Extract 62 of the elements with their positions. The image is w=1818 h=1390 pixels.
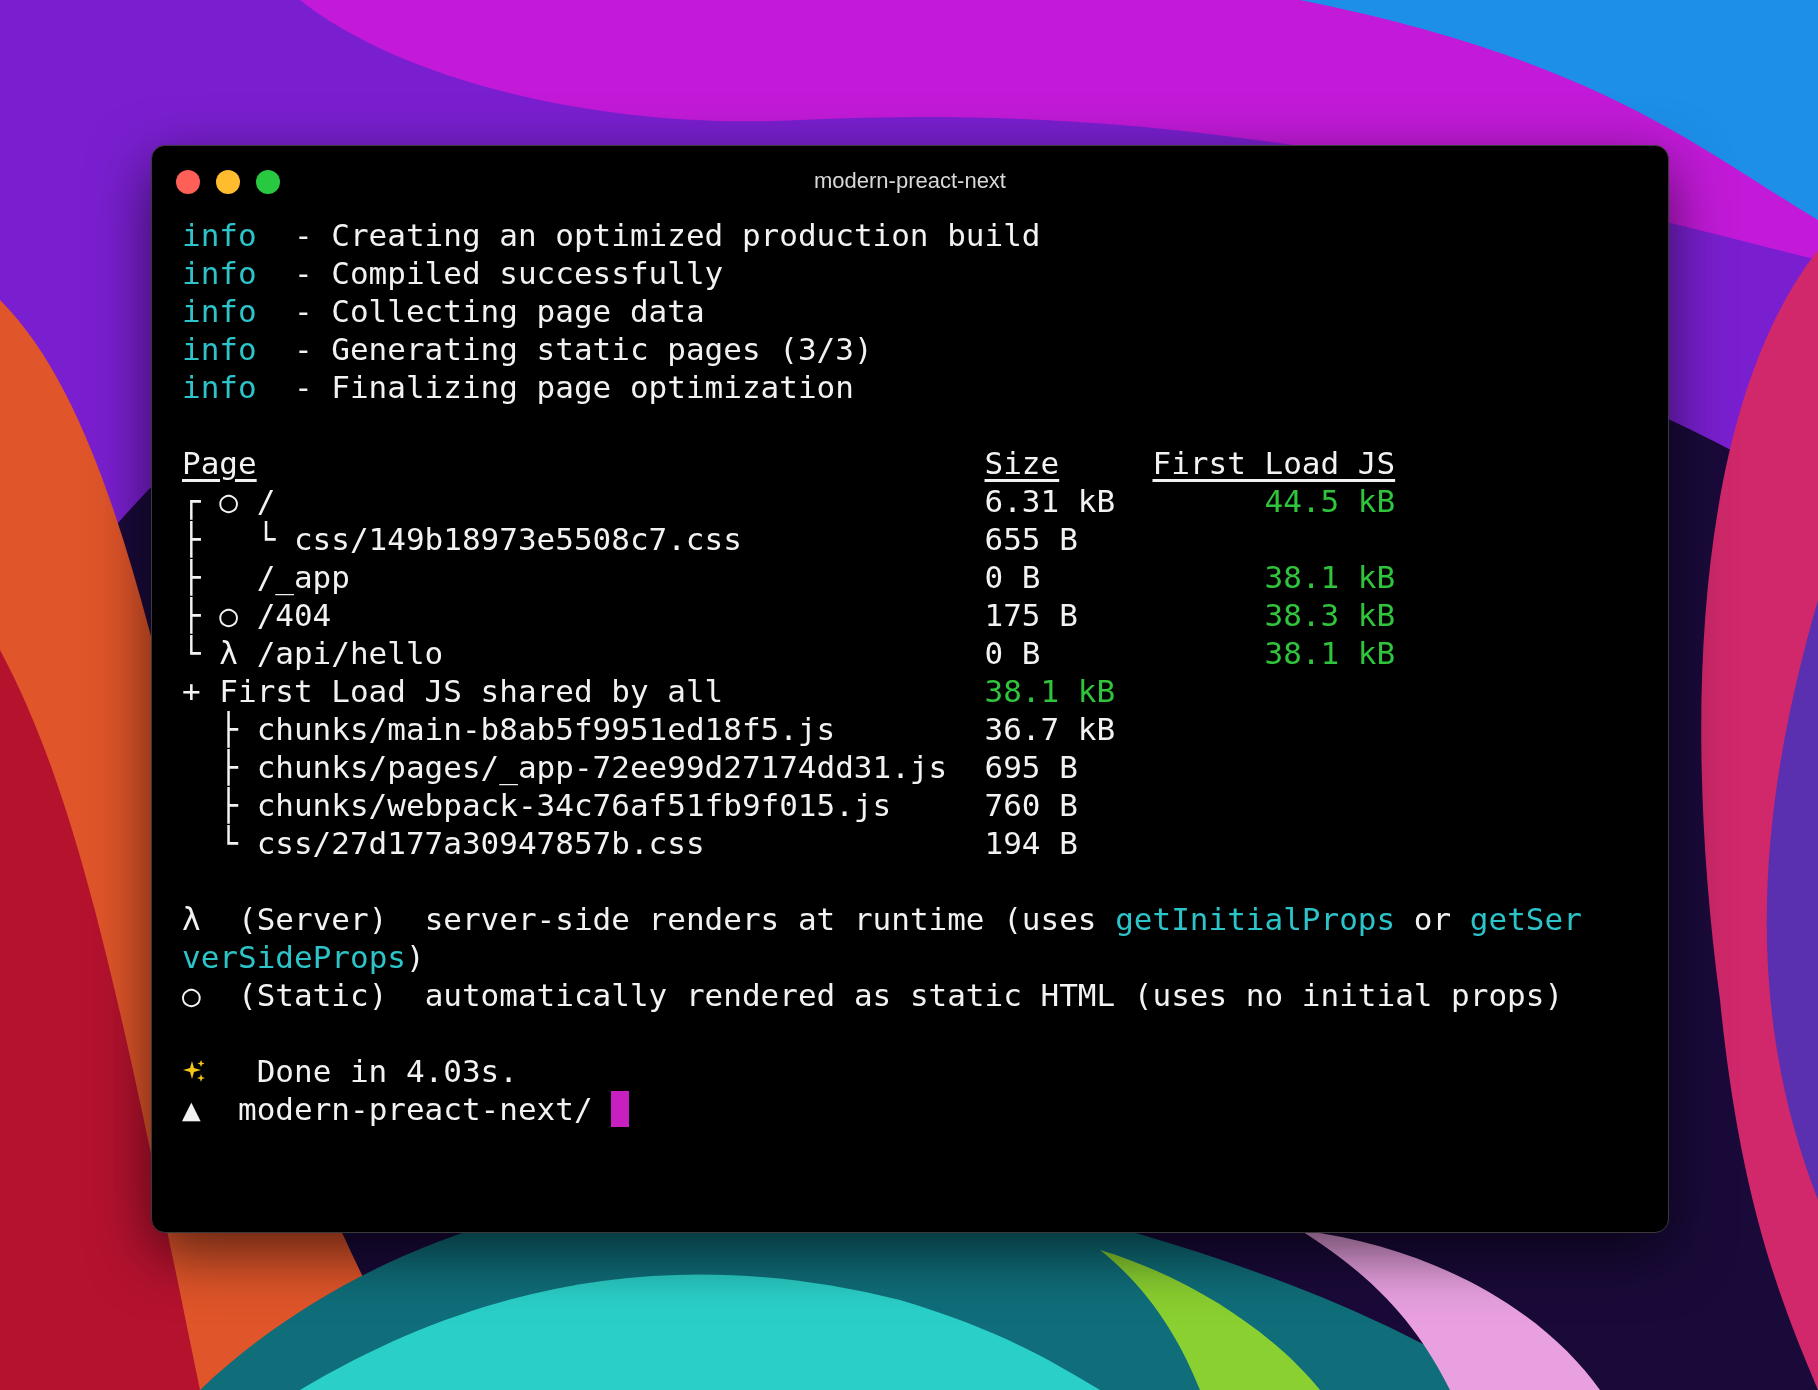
tree-line: ┌ xyxy=(182,482,202,520)
chunk-file: css/27d177a30947857b.css xyxy=(256,824,705,862)
log-level: info xyxy=(182,368,258,406)
log-level: info xyxy=(182,254,258,292)
first-load-value: 38.1 kB xyxy=(1264,558,1396,596)
plus-sign: + xyxy=(182,672,202,710)
minimize-button[interactable] xyxy=(216,170,240,194)
cursor xyxy=(611,1091,630,1127)
route-type-symbol: λ xyxy=(219,634,239,672)
first-load-value: 38.1 kB xyxy=(1264,634,1396,672)
size-value: 0 B xyxy=(984,558,1041,596)
size-value: 175 B xyxy=(984,596,1078,634)
chunk-file: chunks/webpack-34c76af51fb9f015.js xyxy=(256,786,892,824)
prompt-path: modern-preact-next/ xyxy=(238,1090,593,1128)
size-value: 760 B xyxy=(984,786,1078,824)
done-message: Done in 4.03s. xyxy=(256,1052,518,1090)
tree-line: └ xyxy=(219,824,240,862)
log-message: - Finalizing page optimization xyxy=(293,368,854,406)
tree-line: ├ xyxy=(182,558,202,596)
chunk-file: chunks/main-b8ab5f9951ed18f5.js xyxy=(256,710,836,748)
size-value: 0 B xyxy=(984,634,1041,672)
zoom-button[interactable] xyxy=(256,170,280,194)
log-message: - Generating static pages (3/3) xyxy=(293,330,873,368)
column-header: Size xyxy=(984,444,1060,482)
log-level: info xyxy=(182,330,258,368)
tree-line: ├ xyxy=(182,520,202,558)
legend-line: λ (Server) server-side renders at runtime (uses getInitialProps or getServerSideProps) xyxy=(182,900,1583,976)
column-header: Page xyxy=(182,444,257,482)
log-message: - Compiled successfully xyxy=(293,254,724,292)
route-path: /api/hello xyxy=(256,634,444,672)
tree-line: └ xyxy=(256,520,277,558)
tree-line: ├ xyxy=(219,786,240,824)
size-value: 38.1 kB xyxy=(984,672,1116,710)
log-level: info xyxy=(182,216,258,254)
route-path: / xyxy=(256,482,276,520)
tree-line: └ xyxy=(182,634,202,672)
route-path: /404 xyxy=(256,596,332,634)
legend-line: ○ (Static) automatically rendered as static HTML (uses no initial props) xyxy=(182,976,1565,1014)
tree-line: ├ xyxy=(219,710,240,748)
window-title: modern-preact-next xyxy=(814,168,1006,194)
route-path: css/149b18973e5508c7.css xyxy=(293,520,742,558)
route-type-symbol: ○ xyxy=(219,596,239,634)
size-value: 695 B xyxy=(984,748,1078,786)
size-value: 6.31 kB xyxy=(984,482,1116,520)
log-level: info xyxy=(182,292,258,330)
chunk-file: chunks/pages/_app-72ee99d27174dd31.js xyxy=(256,748,948,786)
first-load-value: 38.3 kB xyxy=(1264,596,1396,634)
close-button[interactable] xyxy=(176,170,200,194)
size-value: 194 B xyxy=(984,824,1078,862)
tree-line: ├ xyxy=(219,748,240,786)
log-message: - Creating an optimized production build xyxy=(293,216,1041,254)
tree-line: ├ xyxy=(182,596,202,634)
sparkles-icon xyxy=(182,1058,206,1084)
route-type-symbol: ○ xyxy=(219,482,239,520)
size-value: 655 B xyxy=(984,520,1078,558)
size-value: 36.7 kB xyxy=(984,710,1116,748)
shared-label: First Load JS shared by all xyxy=(219,672,724,710)
first-load-value: 44.5 kB xyxy=(1264,482,1396,520)
route-path: /_app xyxy=(256,558,350,596)
log-message: - Collecting page data xyxy=(293,292,705,330)
column-header: First Load JS xyxy=(1152,444,1396,482)
prompt-symbol: ▲ xyxy=(182,1090,202,1128)
